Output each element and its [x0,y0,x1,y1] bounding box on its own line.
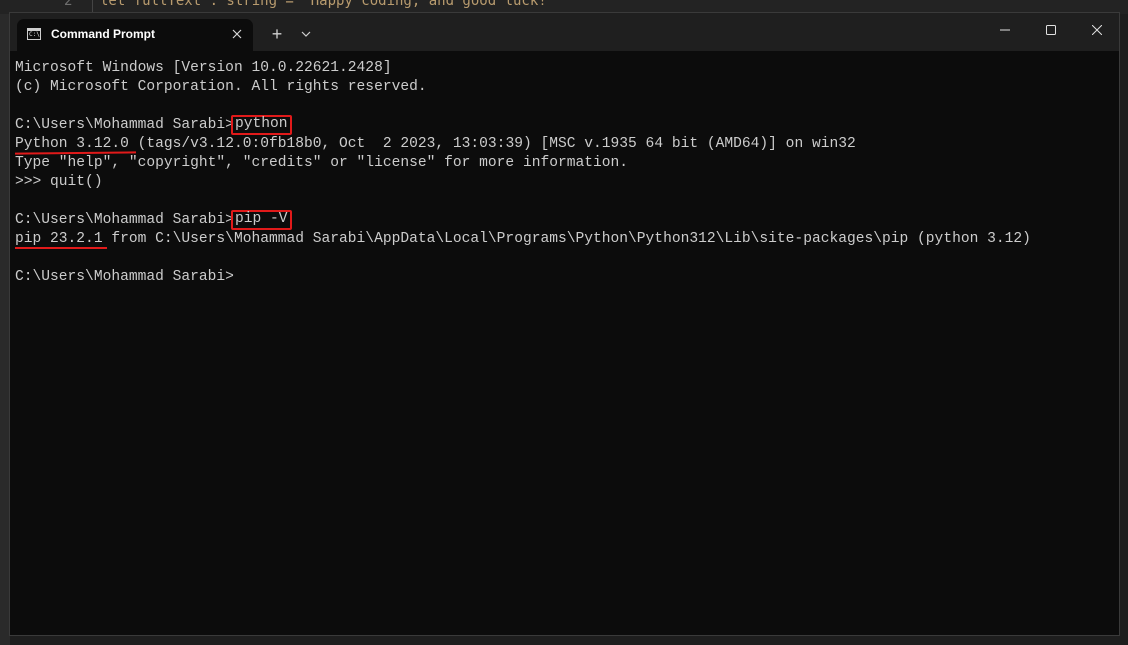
new-tab-button[interactable]: + [266,23,288,45]
python-quit-line: >>> quit() [15,174,103,190]
python-command-highlight: python [230,115,292,135]
title-bar[interactable]: C:\ Command Prompt + [10,13,1119,51]
python-version-text: Python 3.12.0 [15,136,129,152]
cmd-icon-text: C:\ [29,31,40,38]
prompt-line-pip: C:\Users\Mohammad Sarabi>pip -V [15,210,1115,230]
pip-version-line: pip 23.2.1 from C:\Users\Mohammad Sarabi… [15,230,1115,249]
close-window-button[interactable] [1074,13,1120,47]
console-output[interactable]: Microsoft Windows [Version 10.0.22621.24… [14,59,1115,629]
banner-copyright-line: (c) Microsoft Corporation. All rights re… [15,79,427,95]
chevron-down-icon [301,31,311,37]
prompt-text: C:\Users\Mohammad Sarabi> [15,212,234,228]
maximize-icon [1046,25,1056,35]
tab-title: Command Prompt [51,27,156,41]
prompt-text: C:\Users\Mohammad Sarabi> [15,117,234,133]
python-version-line: Python 3.12.0 (tags/v3.12.0:0fb18b0, Oct… [14,135,1115,155]
prompt-text: C:\Users\Mohammad Sarabi> [15,269,234,285]
pip-command-highlight: pip -V [230,210,292,230]
current-prompt-line[interactable]: C:\Users\Mohammad Sarabi> [15,268,1115,287]
cmd-icon: C:\ [27,28,41,40]
pip-path-text: from C:\Users\Mohammad Sarabi\AppData\Lo… [102,231,1031,247]
maximize-button[interactable] [1028,13,1074,47]
python-build-text: (tags/v3.12.0:0fb18b0, Oct 2 2023, 13:03… [128,136,856,152]
tab-dropdown-button[interactable] [296,23,316,45]
pip-version-text: pip 23.2.1 [15,231,103,247]
terminal-window: C:\ Command Prompt + Microsoft Windows [… [9,12,1120,636]
tab-command-prompt[interactable]: C:\ Command Prompt [17,19,253,51]
close-icon [232,29,242,39]
editor-line-number: 2 [64,0,73,9]
minimize-icon [1000,29,1010,31]
editor-code-line: let fullText : string = "Happy coding, a… [100,0,556,9]
banner-version-line: Microsoft Windows [Version 10.0.22621.24… [15,60,392,76]
close-icon [1092,25,1102,35]
prompt-line-python: C:\Users\Mohammad Sarabi>python [15,115,1115,135]
tab-close-button[interactable] [227,24,247,44]
python-help-line: Type "help", "copyright", "credits" or "… [15,155,629,171]
minimize-button[interactable] [982,13,1028,47]
